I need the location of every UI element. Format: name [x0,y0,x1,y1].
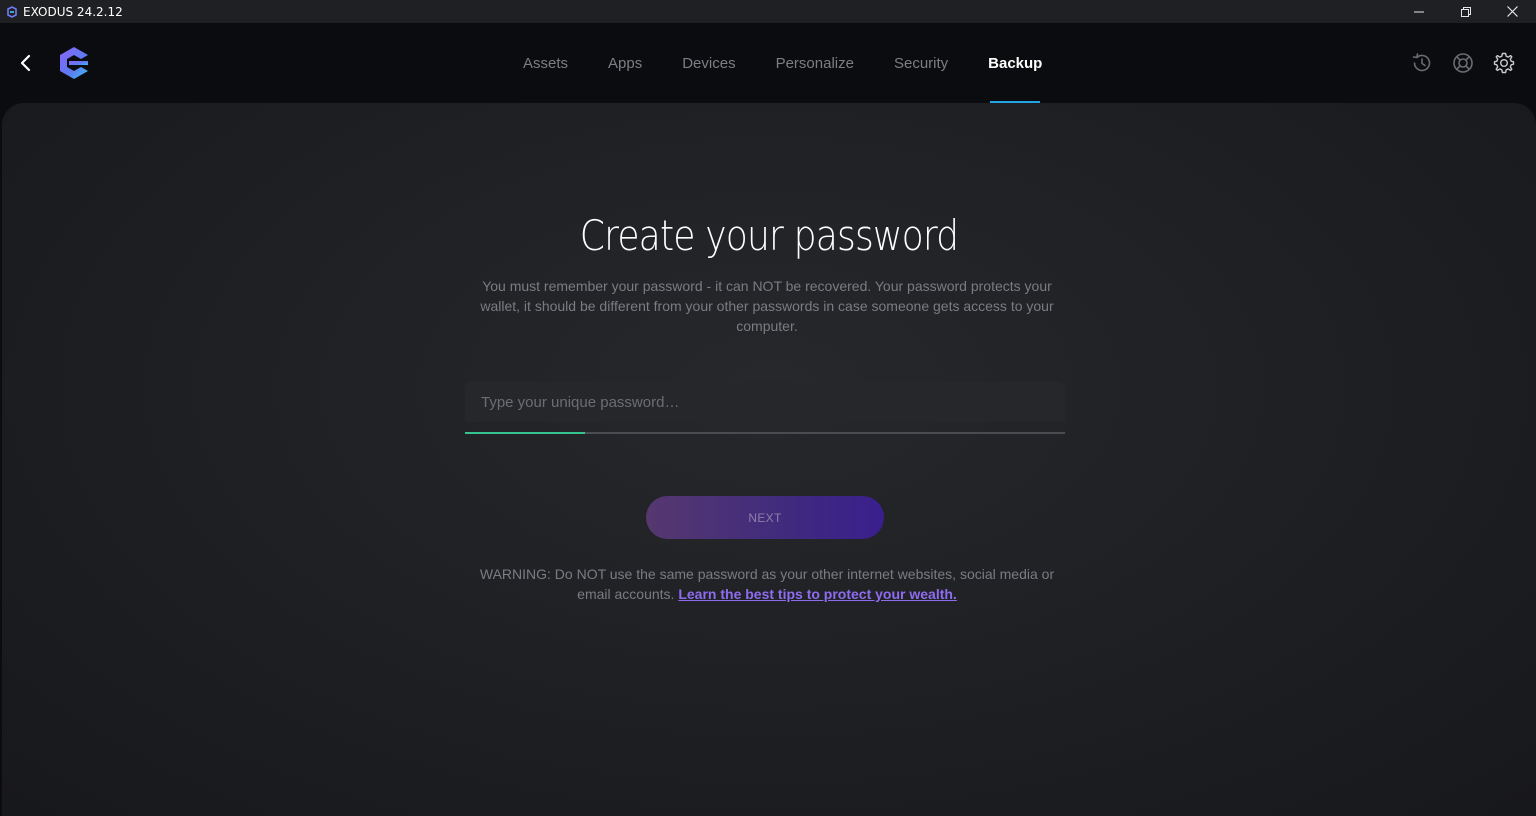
password-description: You must remember your password - it can… [480,278,1054,334]
minimize-icon [1413,11,1424,12]
tab-assets[interactable]: Assets [503,23,588,103]
history-icon [1412,53,1431,72]
password-input[interactable] [465,382,1065,422]
tab-label: Backup [988,54,1043,72]
window-title: EXODUS 24.2.12 [23,4,123,19]
exodus-app-icon [6,5,18,18]
security-tips-link[interactable]: Learn the best tips to protect your weal… [678,586,956,602]
password-strength-bar [465,432,1065,434]
close-icon [1507,6,1518,17]
gear-icon [1493,52,1515,74]
warning-text: WARNING: Do NOT use the same password as… [472,564,1062,604]
settings-button[interactable] [1492,51,1516,75]
tab-personalize[interactable]: Personalize [756,23,874,103]
tab-devices[interactable]: Devices [662,23,755,103]
window-titlebar: EXODUS 24.2.12 [0,0,1536,23]
main-nav: Assets Apps Devices Personalize Security… [503,23,1062,103]
tab-label: Security [893,54,949,72]
tab-security[interactable]: Security [874,23,968,103]
history-button[interactable] [1410,51,1434,75]
tab-label: Apps [608,54,643,72]
chevron-left-icon [20,54,31,72]
tab-apps[interactable]: Apps [588,23,662,103]
password-strength-fill [465,432,585,434]
minimize-button[interactable] [1395,0,1442,23]
support-icon [1453,53,1473,73]
tab-label: Assets [523,54,569,72]
main-panel: Create your password You must remember y… [2,103,1536,816]
page-title: Create your password [579,211,959,260]
exodus-logo [55,44,93,82]
app-header: Assets Apps Devices Personalize Security… [0,23,1536,103]
back-button[interactable] [14,51,38,75]
header-icons [1410,51,1516,75]
tab-label: Personalize [775,54,854,72]
window-controls [1395,0,1536,23]
support-button[interactable] [1451,51,1475,75]
tab-label: Devices [682,54,736,72]
tab-backup[interactable]: Backup [968,23,1062,103]
next-button[interactable]: NEXT [646,496,884,539]
close-button[interactable] [1489,0,1536,23]
restore-button[interactable] [1442,0,1489,23]
restore-icon [1460,6,1471,17]
